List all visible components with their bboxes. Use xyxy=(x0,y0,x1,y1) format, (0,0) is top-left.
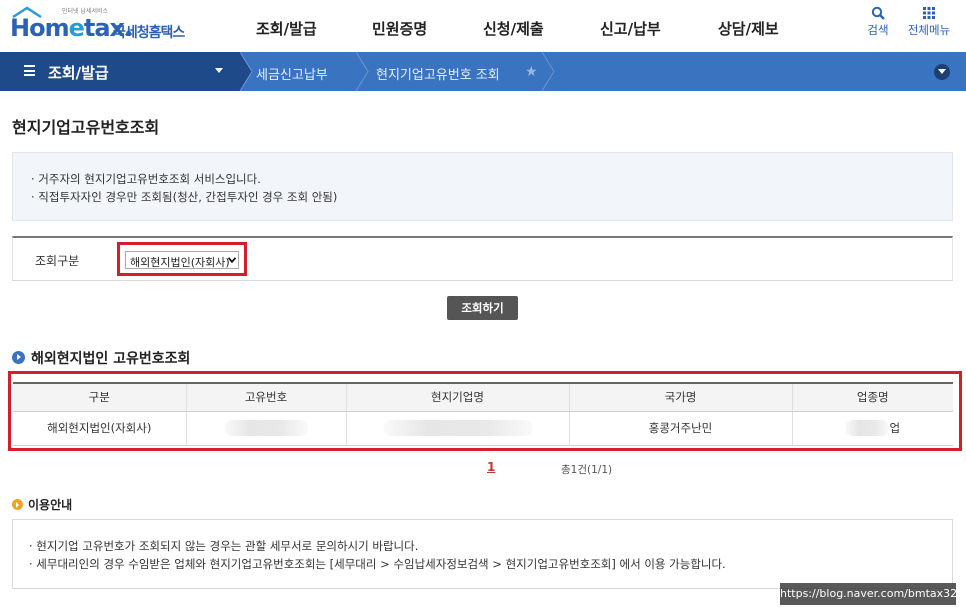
search-label: 검색 xyxy=(867,23,889,37)
breadcrumb-bar: 조회/발급 세금신고납부 현지기업고유번호 조회 ★ xyxy=(0,52,966,91)
search-button[interactable]: 검색 xyxy=(852,6,904,38)
search-type-select[interactable]: 해외현지법인(자회사) xyxy=(125,251,239,269)
all-menu-button[interactable]: 전체메뉴 xyxy=(903,6,955,38)
gnb-menu-report[interactable]: 신고/납부 xyxy=(600,18,661,39)
grid-icon xyxy=(923,7,935,19)
info-line: · 직접투자자인 경우만 조회됨(청산, 간접투자인 경우 조회 안됨) xyxy=(31,190,338,204)
page-link-current[interactable]: 1 xyxy=(487,460,495,474)
result-highlight xyxy=(8,371,962,451)
blog-watermark: https://blog.naver.com/bmtax32 xyxy=(780,583,957,605)
result-section-title: 해외현지법인 고유번호조회 xyxy=(12,348,190,368)
logo-brand-part: Hom xyxy=(10,14,70,42)
favorite-star-icon[interactable]: ★ xyxy=(525,64,538,80)
info-line: · 거주자의 현지기업고유번호조회 서비스입니다. xyxy=(31,172,261,186)
result-count: 총1건(1/1) xyxy=(561,464,613,476)
notice-title: 이용안내 xyxy=(12,496,72,513)
notice-box: · 현지기업 고유번호가 조회되지 않는 경우는 관할 세무서로 문의하시기 바… xyxy=(12,519,953,589)
search-type-highlight: 해외현지법인(자회사) xyxy=(117,242,247,276)
gnb-menu-inquiry[interactable]: 조회/발급 xyxy=(256,18,317,39)
bullet-arrow-icon xyxy=(12,351,25,364)
hometax-logo[interactable]: 인터넷 납세서비스 Hometax. 국세청홈택스 xyxy=(10,4,210,48)
bullet-arrow-icon xyxy=(12,499,23,510)
site-header: 인터넷 납세서비스 Hometax. 국세청홈택스 조회/발급 민원증명 신청/… xyxy=(0,0,966,52)
notice-line: · 세무대리인의 경우 수임받은 업체와 현지기업고유번호조회는 [세무대리 >… xyxy=(29,557,726,571)
section-menu-button[interactable]: 조회/발급 xyxy=(0,52,240,91)
result-section-label: 해외현지법인 고유번호조회 xyxy=(31,351,191,367)
search-type-selected: 해외현지법인(자회사) xyxy=(130,256,230,269)
query-button[interactable]: 조회하기 xyxy=(447,296,518,320)
logo-brand-part: e xyxy=(68,14,85,42)
gnb-menu-certificate[interactable]: 민원증명 xyxy=(372,18,427,39)
logo-org-name: 국세청홈택스 xyxy=(113,25,185,41)
breadcrumb-separator-icon xyxy=(240,52,253,91)
gnb-menu-application[interactable]: 신청/제출 xyxy=(483,18,544,39)
breadcrumb-separator-icon xyxy=(542,52,555,91)
breadcrumb-expand-button[interactable] xyxy=(934,64,950,80)
search-condition-box: 조회구분 해외현지법인(자회사) xyxy=(12,236,953,281)
breadcrumb-item-tax-report[interactable]: 세금신고납부 xyxy=(256,64,328,83)
search-type-label: 조회구분 xyxy=(35,254,80,268)
breadcrumb-item-current[interactable]: 현지기업고유번호 조회 xyxy=(376,64,500,83)
all-menu-label: 전체메뉴 xyxy=(907,23,951,37)
caret-down-icon xyxy=(215,68,223,73)
service-info-box: · 거주자의 현지기업고유번호조회 서비스입니다. · 직접투자자인 경우만 조… xyxy=(12,152,953,221)
section-menu-label: 조회/발급 xyxy=(48,64,109,82)
breadcrumb-separator-icon xyxy=(356,52,369,91)
notice-line: · 현지기업 고유번호가 조회되지 않는 경우는 관할 세무서로 문의하시기 바… xyxy=(29,539,419,553)
chevron-down-icon xyxy=(228,257,236,263)
hamburger-icon xyxy=(24,65,35,76)
search-icon xyxy=(871,6,885,20)
notice-title-label: 이용안내 xyxy=(28,498,73,512)
gnb-menu-consult[interactable]: 상담/제보 xyxy=(718,18,779,39)
page-title: 현지기업고유번호조회 xyxy=(12,118,160,137)
